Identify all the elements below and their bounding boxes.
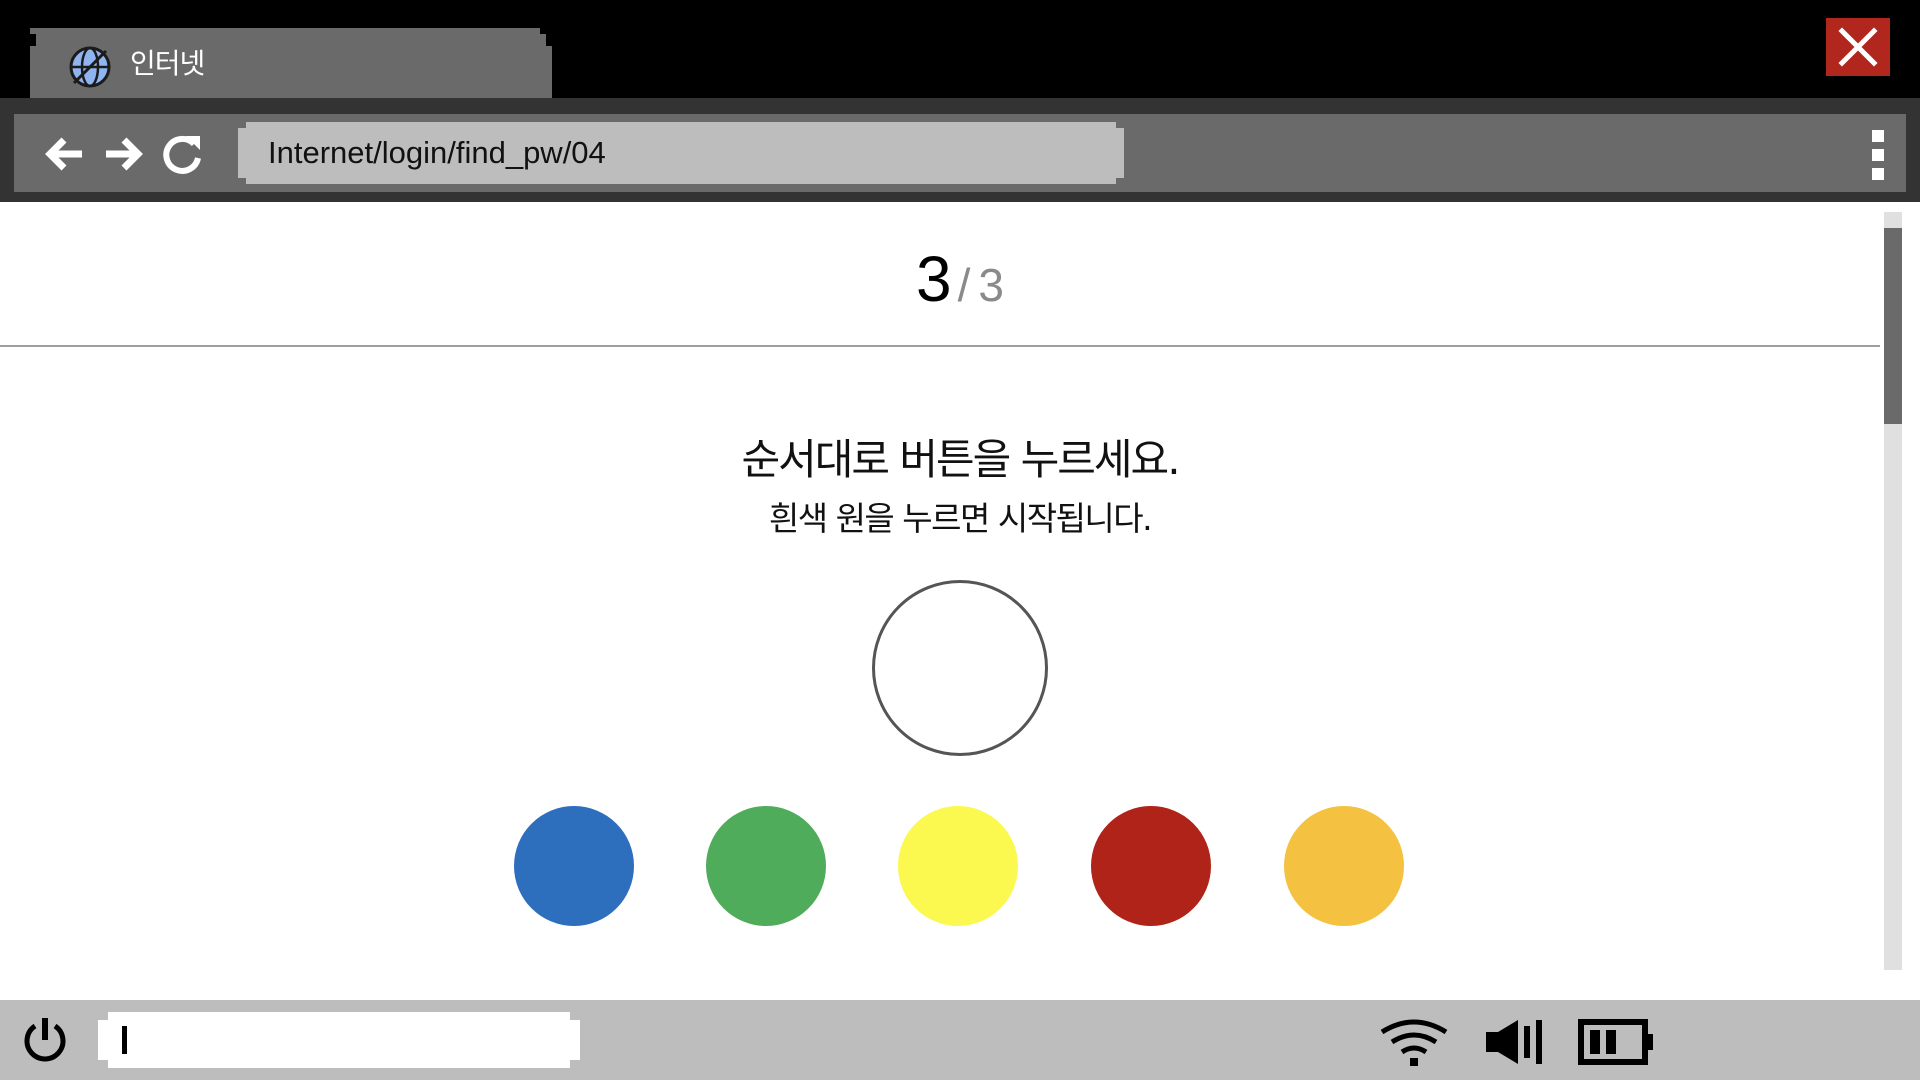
- step-total: 3: [978, 259, 1004, 311]
- close-icon: [1838, 27, 1878, 67]
- volume-icon[interactable]: [1484, 1016, 1548, 1068]
- url-input[interactable]: [268, 135, 1088, 171]
- text-cursor: [122, 1026, 127, 1054]
- orange-circle-button[interactable]: [1284, 806, 1404, 926]
- globe-icon: [69, 46, 111, 88]
- red-circle-button[interactable]: [1091, 806, 1211, 926]
- reload-icon[interactable]: [160, 132, 206, 176]
- taskbar-input[interactable]: [98, 1012, 580, 1068]
- title-bar: 인터넷: [0, 0, 1920, 98]
- menu-dots-icon[interactable]: [1872, 130, 1886, 180]
- blue-circle-button[interactable]: [514, 806, 634, 926]
- step-separator: /: [957, 259, 971, 311]
- page-content: 3/3 순서대로 버튼을 누르세요. 흰색 원을 누르면 시작됩니다.: [0, 202, 1920, 1000]
- browser-tab[interactable]: 인터넷: [30, 28, 552, 98]
- back-arrow-icon[interactable]: [42, 132, 88, 176]
- nav-bar: [0, 98, 1920, 202]
- divider: [0, 345, 1880, 347]
- tab-title: 인터넷: [130, 47, 205, 80]
- battery-icon[interactable]: [1578, 1016, 1656, 1068]
- close-button[interactable]: [1826, 18, 1890, 76]
- nav-bar-inner: [14, 114, 1906, 192]
- scrollbar-track[interactable]: [1884, 212, 1902, 970]
- wifi-icon[interactable]: [1378, 1016, 1450, 1068]
- yellow-circle-button[interactable]: [898, 806, 1018, 926]
- forward-arrow-icon[interactable]: [100, 132, 146, 176]
- instruction-text: 순서대로 버튼을 누르세요.: [741, 435, 1180, 484]
- step-current: 3: [916, 243, 952, 315]
- start-circle-button[interactable]: [872, 580, 1048, 756]
- green-circle-button[interactable]: [706, 806, 826, 926]
- taskbar: [0, 1000, 1920, 1080]
- step-counter: 3/3: [0, 242, 1920, 316]
- scrollbar-thumb[interactable]: [1884, 228, 1902, 424]
- address-bar[interactable]: [238, 122, 1124, 184]
- sub-instruction-text: 흰색 원을 누르면 시작됩니다.: [768, 499, 1153, 538]
- power-icon[interactable]: [18, 1014, 72, 1068]
